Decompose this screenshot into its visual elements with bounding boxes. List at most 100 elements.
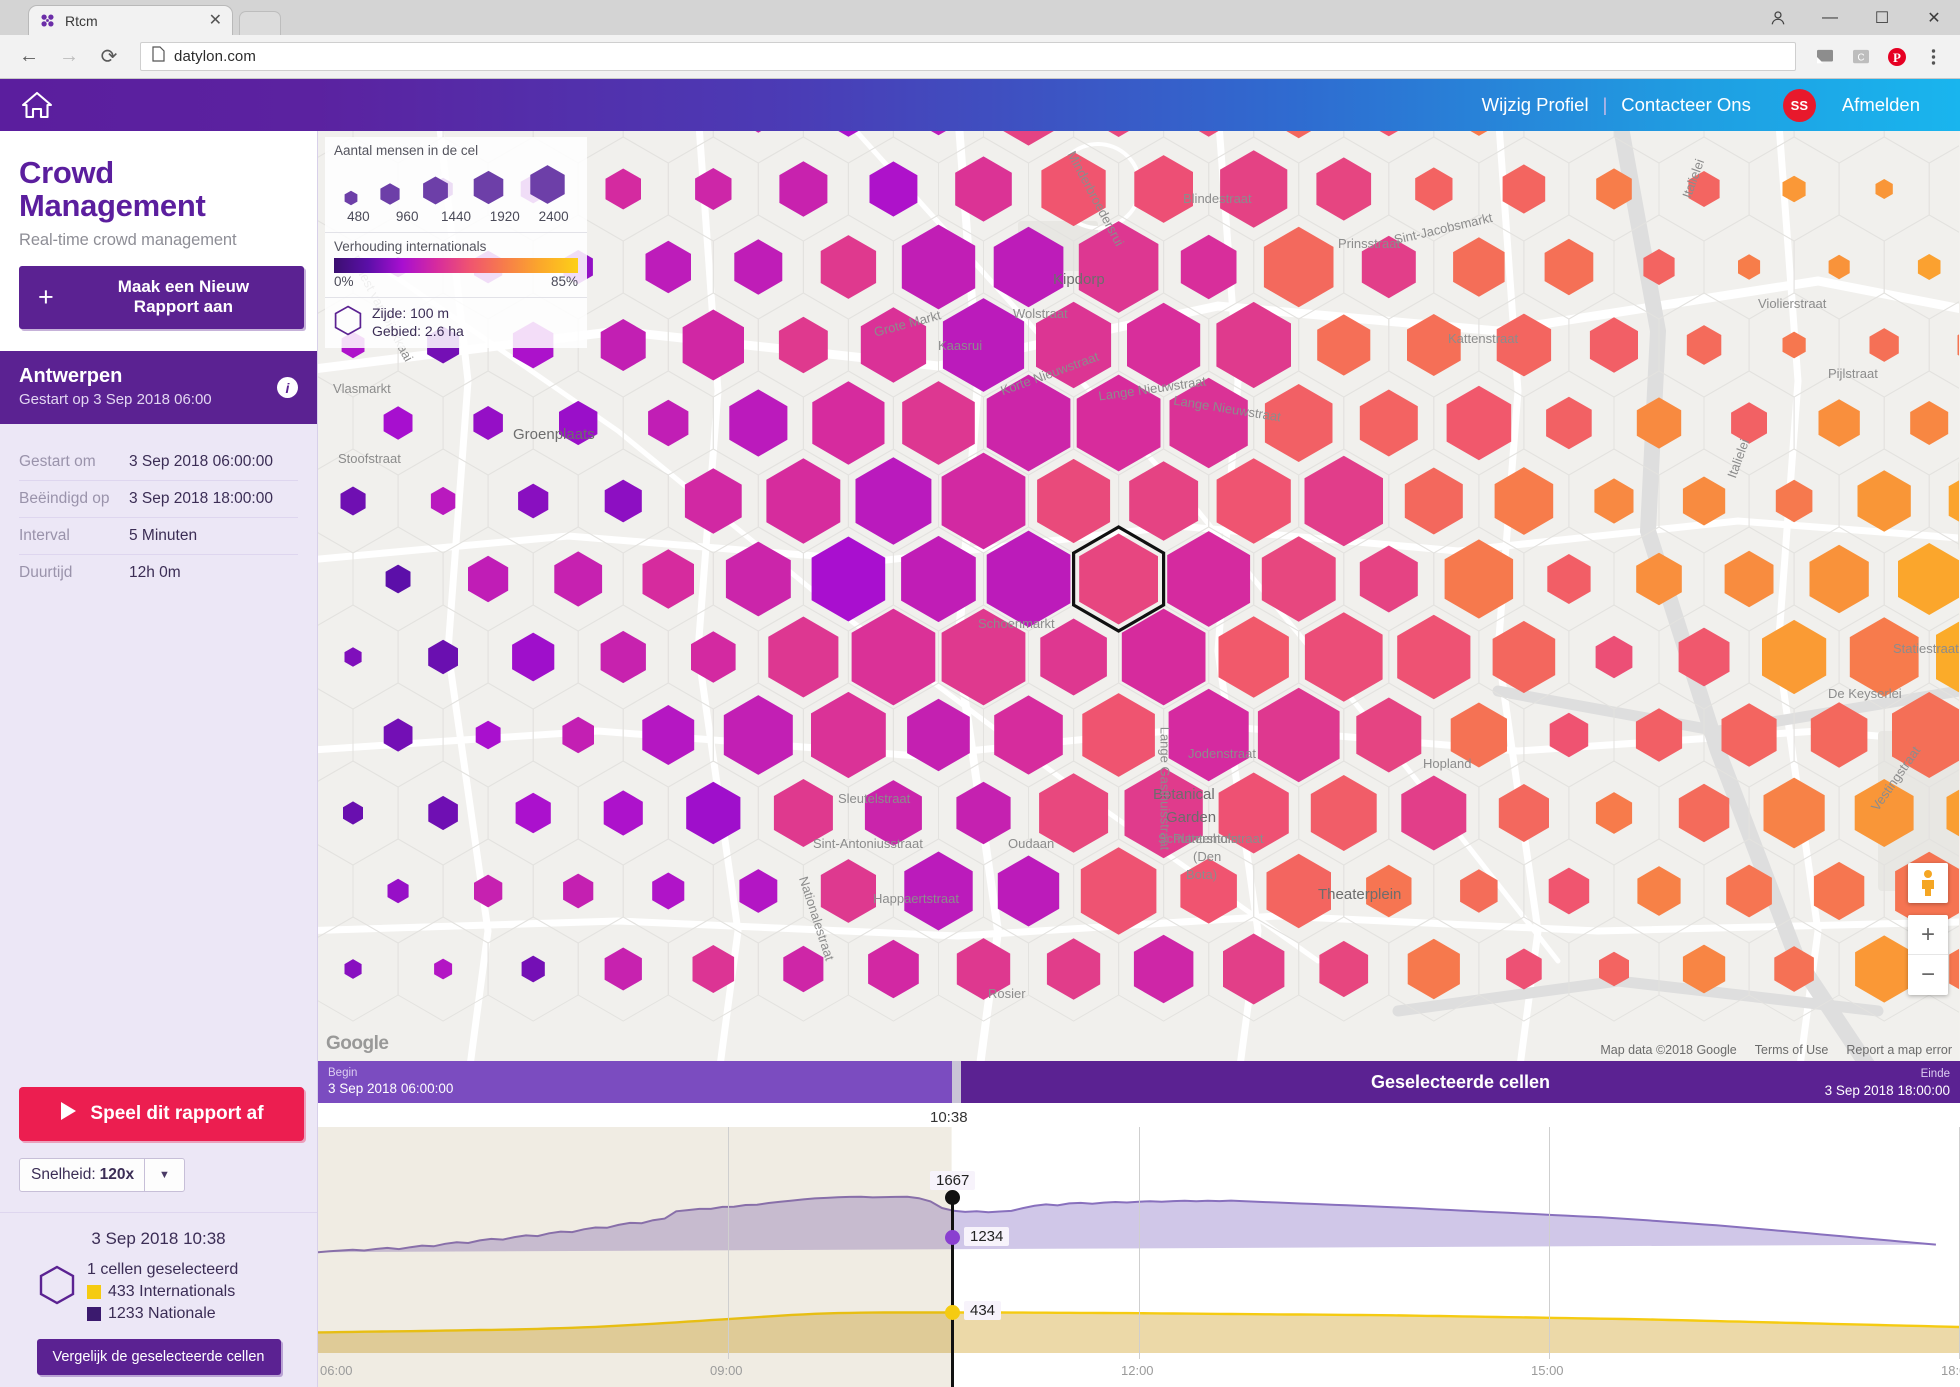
chart-x-tick: 09:00 — [710, 1363, 743, 1378]
new-report-label: Maak een Nieuw Rapport aan — [73, 277, 294, 318]
pinterest-icon[interactable]: P — [1882, 42, 1912, 72]
selection-info: 3 Sep 2018 10:38 1 cellen geselecteerd 4… — [0, 1211, 317, 1387]
chart-nationals-dot — [944, 1230, 960, 1246]
chart-total-dot — [944, 1189, 960, 1205]
timeline-end-label: Einde — [1920, 1068, 1950, 1080]
selection-date: 3 Sep 2018 10:38 — [91, 1228, 226, 1248]
maximize-button[interactable]: ☐ — [1856, 0, 1908, 35]
compare-cells-button[interactable]: Vergelijk de geselecteerde cellen — [36, 1339, 281, 1375]
crowd-timeseries-chart[interactable]: 06:00 09:00 12:00 15:00 18:00 10:38 1667 123… — [318, 1103, 1960, 1387]
address-bar[interactable]: datylon.com — [140, 42, 1796, 71]
map[interactable]: Kipdorp Groenplaats Sint-Jacobsmarkt Lange … — [318, 131, 1960, 1061]
meta-key: Interval — [19, 527, 70, 545]
timeline-selected-range[interactable]: Geselecteerde cellen Einde 3 Sep 2018 18… — [961, 1061, 1960, 1103]
street-view-pegman-icon[interactable] — [1908, 863, 1948, 903]
nationals-swatch — [87, 1306, 101, 1321]
chart-gridline — [728, 1127, 729, 1359]
report-card[interactable]: Antwerpen Gestart op 3 Sep 2018 06:00 i — [0, 351, 317, 425]
browser-tab[interactable]: Rtcm ✕ — [28, 5, 233, 35]
logout-link[interactable]: Afmelden — [1828, 94, 1934, 116]
cast-icon[interactable] — [1810, 42, 1840, 72]
selection-lines: 1 cellen geselecteerd 433 Internationals… — [87, 1259, 238, 1325]
zoom-controls: + − — [1908, 915, 1948, 995]
legend-hex-960 — [378, 182, 402, 206]
play-icon — [59, 1101, 78, 1127]
speed-value: 120x — [99, 1165, 135, 1183]
internationals-swatch — [87, 1284, 101, 1299]
sidebar-header: Crowd Management Real-time crowd managem… — [0, 131, 317, 352]
home-icon[interactable] — [20, 90, 54, 120]
chevron-down-icon[interactable]: ▼ — [144, 1158, 184, 1191]
legend-hex-480 — [343, 190, 359, 206]
chart-internationals-dot — [944, 1304, 960, 1320]
browser-toolbar: ← → ⟳ datylon.com C P — [0, 35, 1960, 79]
speed-select[interactable]: Snelheid: 120x ▼ — [19, 1157, 185, 1192]
timeline-handle[interactable] — [952, 1061, 961, 1103]
tab-close-icon[interactable]: ✕ — [209, 12, 222, 29]
legend-size-tick: 480 — [347, 209, 370, 224]
chart-total-label: 1667 — [930, 1171, 976, 1191]
legend-color-ramp — [334, 258, 578, 273]
new-report-button[interactable]: + Maak een Nieuw Rapport aan — [19, 265, 304, 330]
close-window-button[interactable]: ✕ — [1908, 0, 1960, 35]
tab-title: Rtcm — [65, 12, 98, 29]
attribution-report-error[interactable]: Report a map error — [1846, 1043, 1952, 1057]
web-app: Wijzig Profiel | Contacteer Ons SS Afmel… — [0, 79, 1960, 1387]
page-title: Crowd Management — [19, 155, 293, 223]
meta-value: 3 Sep 2018 06:00:00 — [129, 453, 273, 471]
avatar[interactable]: SS — [1782, 88, 1816, 122]
nationals-line: 1233 Nationale — [87, 1303, 238, 1325]
meta-key: Duurtijd — [19, 564, 73, 582]
chart-x-tick: 06:00 — [320, 1363, 353, 1378]
app-header: Wijzig Profiel | Contacteer Ons SS Afmel… — [0, 79, 1960, 131]
chart-cursor-line[interactable] — [951, 1197, 954, 1387]
meta-value: 3 Sep 2018 18:00:00 — [129, 490, 273, 508]
datylon-logo-icon — [39, 12, 56, 29]
reload-button[interactable]: ⟳ — [92, 40, 126, 74]
selection-body: 1 cellen geselecteerd 433 Internationals… — [19, 1259, 298, 1325]
play-report-label: Speel dit rapport af — [90, 1102, 264, 1124]
sidebar: Crowd Management Real-time crowd managem… — [0, 131, 318, 1387]
page-subtitle: Real-time crowd management — [19, 230, 237, 249]
timeline-begin-value: 3 Sep 2018 06:00:00 — [328, 1080, 454, 1096]
nav-link-contacteer-ons[interactable]: Contacteer Ons — [1607, 94, 1765, 116]
zoom-in-button[interactable]: + — [1908, 915, 1948, 955]
report-name: Antwerpen — [19, 365, 123, 388]
timeline-begin-label: Begin — [328, 1067, 358, 1080]
back-button[interactable]: ← — [12, 40, 46, 74]
selected-cells-count: 1 cellen geselecteerd — [87, 1259, 238, 1281]
svg-text:P: P — [1893, 50, 1901, 65]
forward-button: → — [59, 45, 79, 67]
new-report-line2: Rapport aan — [133, 297, 233, 317]
chart-gridline — [1549, 1127, 1550, 1359]
cookie-icon[interactable]: C — [1846, 42, 1876, 72]
meta-row-beeindigd-op: Beëindigd op 3 Sep 2018 18:00:00 — [19, 481, 298, 519]
legend-hex-1440 — [420, 175, 451, 206]
chart-internationals-label: 434 — [964, 1301, 1002, 1321]
report-meta: Gestart om 3 Sep 2018 06:00:00 Beëindigd… — [0, 424, 317, 599]
hexagon-icon — [39, 1265, 75, 1310]
legend-hex-1920 — [470, 169, 507, 206]
speed-label: Snelheid: 120x — [20, 1159, 144, 1191]
minimize-button[interactable]: — — [1804, 0, 1856, 35]
chart-x-tick: 18:00 — [1941, 1363, 1960, 1378]
map-attribution: Map data ©2018 Google Terms of Use Repor… — [1600, 1043, 1952, 1057]
page-title-line1: Crowd — [19, 155, 114, 190]
chrome-menu-icon[interactable] — [1918, 42, 1948, 72]
nav-link-wijzig-profiel[interactable]: Wijzig Profiel — [1468, 94, 1603, 116]
account-icon[interactable] — [1752, 0, 1804, 35]
meta-row-gestart-om: Gestart om 3 Sep 2018 06:00:00 — [19, 444, 298, 482]
internationals-line: 433 Internationals — [87, 1281, 238, 1303]
legend-ramp-min: 0% — [334, 274, 354, 289]
attribution-terms[interactable]: Terms of Use — [1755, 1043, 1829, 1057]
legend-ramp-section: Verhouding internationals 0% 85% — [325, 233, 587, 298]
play-report-button[interactable]: Speel dit rapport af — [19, 1086, 304, 1141]
internationals-label: 433 Internationals — [108, 1282, 236, 1300]
new-tab-button[interactable] — [239, 11, 281, 35]
page-title-line2: Management — [19, 187, 206, 223]
timeline-begin-range[interactable]: Begin 3 Sep 2018 06:00:00 — [318, 1061, 952, 1103]
zoom-out-button[interactable]: − — [1908, 955, 1948, 995]
map-column: Kipdorp Groenplaats Sint-Jacobsmarkt Lange … — [318, 131, 1960, 1387]
selected-cells-label: 1 cellen geselecteerd — [87, 1260, 239, 1278]
legend-size-title: Aantal mensen in de cel — [334, 143, 479, 158]
